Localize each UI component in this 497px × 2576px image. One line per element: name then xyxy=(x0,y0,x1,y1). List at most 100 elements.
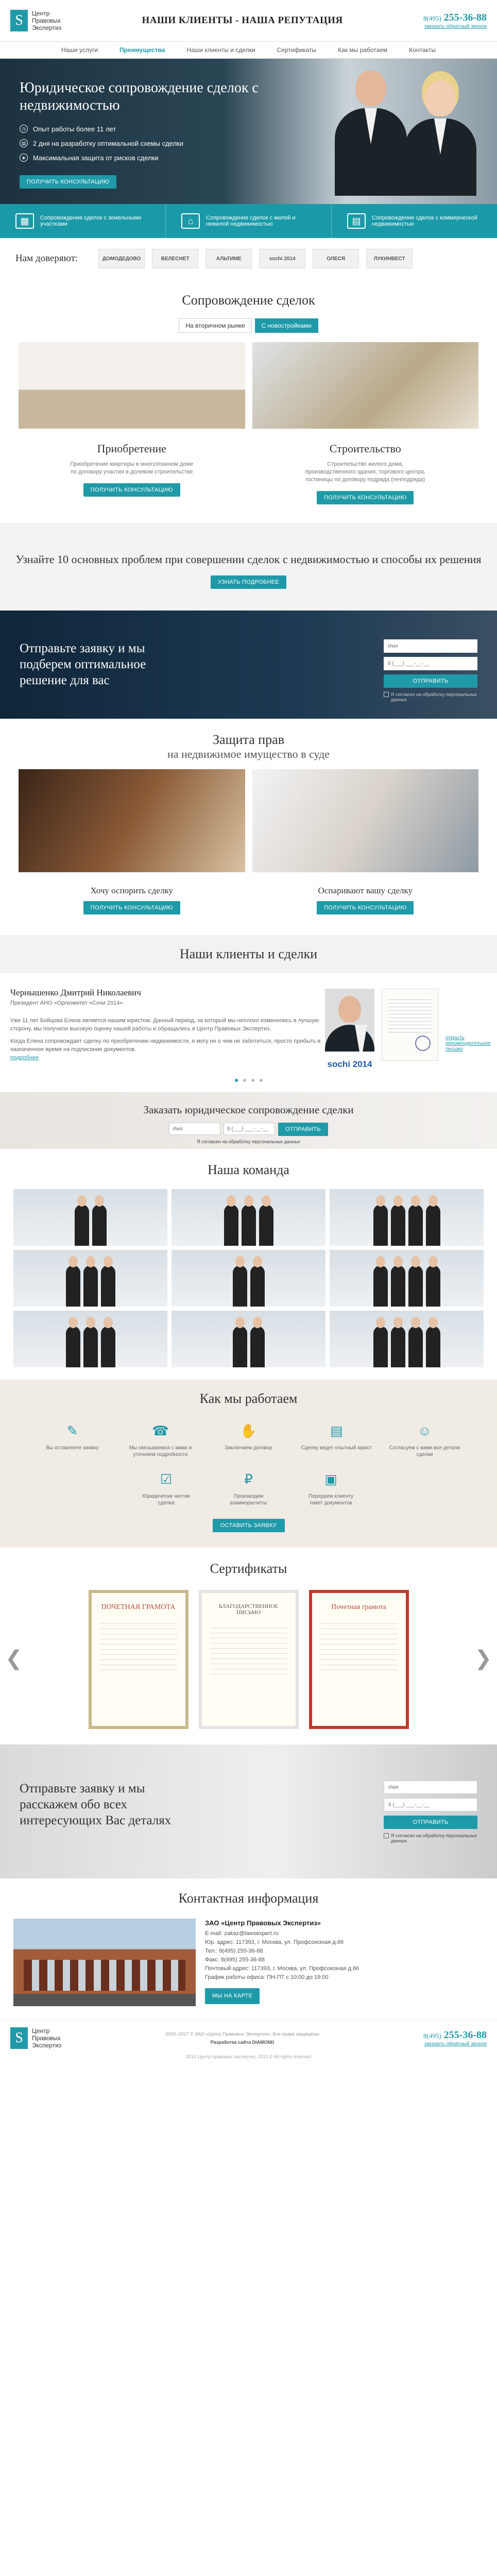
step-item: ✎ Вы оставляете заявку xyxy=(46,1423,99,1451)
defence-card: Оспаривают вашу сделку ПОЛУЧИТЬ КОНСУЛЬТ… xyxy=(252,761,478,914)
office-photo xyxy=(13,1919,196,2006)
final-request-section: Отправьте заявку и мы расскажем обо всех… xyxy=(0,1744,497,1878)
review-text: Когда Елена сопровождает сделку по приоб… xyxy=(10,1038,321,1053)
step-item: ₽ Производим взаиморасчеты xyxy=(230,1471,267,1506)
consent-checkbox[interactable]: Я согласен на обработку персональных дан… xyxy=(384,1833,477,1843)
client-logo: ДОМОДЕДОВО xyxy=(98,249,145,268)
contact-phone[interactable]: Тел.: 8(495) 255-36-88 xyxy=(205,1947,359,1956)
section-title: Наша команда xyxy=(208,1162,289,1177)
contact-email[interactable]: E-mail: zakaz@lawsexpert.ru xyxy=(205,1929,359,1938)
people-icon: ☺ xyxy=(418,1423,432,1438)
team-photo xyxy=(172,1189,325,1246)
learn-more-button[interactable]: УЗНАТЬ ПОДРОБНЕЕ xyxy=(211,575,286,589)
chevron-left-icon[interactable]: ❮ xyxy=(5,1647,23,1670)
nav-item-contacts[interactable]: Контакты xyxy=(409,46,436,54)
copyright: 2016 Центр правовых экспертиз, 2013 © Al… xyxy=(185,2054,312,2059)
slider-dot[interactable] xyxy=(251,1079,254,1082)
request-form: ОТПРАВИТЬ Я согласен на обработку персон… xyxy=(384,639,477,702)
feature-item: ▦ Сопровождение сделок с земельными учас… xyxy=(0,204,166,238)
logo[interactable]: S Центр Правовых Экспертиз xyxy=(10,10,61,31)
phone-icon: ☎ xyxy=(152,1423,169,1438)
phone-input[interactable] xyxy=(384,657,477,670)
team-section: Наша команда xyxy=(0,1149,497,1367)
submit-button[interactable]: ОТПРАВИТЬ xyxy=(384,674,477,688)
client-position: Президент АНО «Оргкомитет «Сочи 2014» xyxy=(10,1000,123,1006)
consult-button[interactable]: ПОЛУЧИТЬ КОНСУЛЬТАЦИЮ xyxy=(317,901,414,914)
phone-input[interactable] xyxy=(223,1123,275,1135)
consult-button[interactable]: ПОЛУЧИТЬ КОНСУЛЬТАЦИЮ xyxy=(83,901,180,914)
house-icon: ⌂ xyxy=(181,213,200,229)
hero-consult-button[interactable]: ПОЛУЧИТЬ КОНСУЛЬТАЦИЮ xyxy=(20,175,117,189)
feature-item: ▤ Сопровождение сделок с коммерческой не… xyxy=(332,204,497,238)
slider-dot[interactable] xyxy=(259,1079,263,1082)
section-title: Наши клиенты и сделки xyxy=(0,935,497,973)
name-input[interactable] xyxy=(168,1123,220,1135)
step-item: ▤ Сделку ведет опытный юрист xyxy=(301,1423,372,1451)
map-button[interactable]: МЫ НА КАРТЕ xyxy=(205,1988,260,2004)
pencil-icon: ✎ xyxy=(66,1423,78,1438)
header-phone[interactable]: 8(495) 255-36-88 xyxy=(423,12,487,24)
problems-section: Узнайте 10 основных проблем при совершен… xyxy=(0,523,497,611)
service-card: Приобретение Приобретение квартиры в мно… xyxy=(19,342,245,504)
calendar-icon: ▤ xyxy=(347,213,366,229)
request-title: Отправьте заявку и мы подберем оптимальн… xyxy=(20,641,146,687)
chevron-right-icon[interactable]: ❯ xyxy=(474,1647,492,1670)
consult-button[interactable]: ПОЛУЧИТЬ КОНСУЛЬТАЦИЮ xyxy=(317,491,414,504)
footer-phone[interactable]: 8(495) 255-36-88 xyxy=(423,2029,487,2041)
tab-secondary[interactable]: На вторичном рынке xyxy=(179,318,252,333)
slider-dot[interactable] xyxy=(243,1079,246,1082)
client-logo: ОЛЕСЯ xyxy=(313,249,359,268)
step-item: ▣ Передаем клиенту пакет документов xyxy=(309,1471,353,1506)
consent-checkbox[interactable]: Я согласен на обработку персональных дан… xyxy=(0,1139,497,1144)
nav-item-clients[interactable]: Наши клиенты и сделки xyxy=(186,46,255,54)
footer-logo[interactable]: S Центр Правовых Экспертиз xyxy=(10,2027,61,2049)
main-nav: Наши услуги Преимущества Наши клиенты и … xyxy=(0,41,497,59)
submit-button[interactable]: ОТПРАВИТЬ xyxy=(278,1123,328,1136)
client-photo-block: sochi 2014 xyxy=(325,989,374,1069)
section-title: Контактная информация xyxy=(178,1891,319,1906)
section-title: Сопровождение сделок xyxy=(182,293,315,308)
letter-link[interactable]: открыть рекомендательное письмо xyxy=(445,1035,491,1052)
certificate[interactable]: БЛАГОДАРСТВЕННОЕ ПИСЬМО xyxy=(198,1590,299,1729)
certificate[interactable]: ПОЧЕТНАЯ ГРАМОТА xyxy=(88,1590,188,1729)
certificate[interactable]: Почетная грамота xyxy=(309,1590,409,1729)
name-input[interactable] xyxy=(384,639,477,653)
team-photo xyxy=(330,1311,484,1367)
step-item: ☑ Юридически чистая сделка xyxy=(142,1471,190,1506)
hero-banner: Юридическое сопровождение сделок с недви… xyxy=(0,59,497,204)
tab-new-buildings[interactable]: С новостройками xyxy=(254,318,318,333)
signing-photo xyxy=(252,769,478,872)
client-logo: АЛЬТИМЕ xyxy=(205,249,252,268)
clock-icon: ◷ xyxy=(20,125,28,133)
logo-mark: S xyxy=(10,10,28,31)
callback-link[interactable]: заказать обратный звонок xyxy=(423,24,487,29)
submit-button[interactable]: ОТПРАВИТЬ xyxy=(384,1816,477,1829)
lawyer-woman-photo xyxy=(404,80,476,204)
land-icon: ▦ xyxy=(15,213,34,229)
nav-item-certificates[interactable]: Сертификаты xyxy=(277,46,317,54)
contact-hours: График работы офиса: ПН-ПТ с 10:00 до 19… xyxy=(205,1974,329,1980)
name-input[interactable] xyxy=(384,1781,477,1794)
consent-checkbox[interactable]: Я согласен на обработку персональных дан… xyxy=(384,692,477,702)
nav-item-how-we-work[interactable]: Как мы работаем xyxy=(338,46,387,54)
developer-credit[interactable]: Разработка сайта DIAMOND xyxy=(165,2040,319,2045)
nav-item-services[interactable]: Наши услуги xyxy=(61,46,98,54)
slider-dot[interactable] xyxy=(234,1079,238,1082)
construction-photo xyxy=(252,342,478,429)
phone-input[interactable] xyxy=(384,1798,477,1811)
leave-request-button[interactable]: ОСТАВИТЬ ЗАЯВКУ xyxy=(212,1519,285,1532)
clients-section: Наши клиенты и сделки Чернышенко Дмитрий… xyxy=(0,935,497,1082)
team-photo xyxy=(330,1189,484,1246)
nav-item-advantages[interactable]: Преимущества xyxy=(119,46,165,54)
more-link[interactable]: подробнее xyxy=(10,1055,39,1061)
consult-button[interactable]: ПОЛУЧИТЬ КОНСУЛЬТАЦИЮ xyxy=(83,483,180,497)
recommendation-letter[interactable] xyxy=(382,989,438,1061)
accompaniment-section: Сопровождение сделок На вторичном рынке … xyxy=(0,279,497,504)
site-header: S Центр Правовых Экспертиз НАШИ КЛИЕНТЫ … xyxy=(0,0,497,41)
gavel-photo xyxy=(19,769,245,872)
contact-address: Юр. адрес: 117393, г. Москва, ул. Профсо… xyxy=(205,1939,344,1945)
footer-rights: 2005–2017 © ЗАО «Центр Правовых Эксперти… xyxy=(165,2031,319,2037)
request-section: Отправьте заявку и мы подберем оптимальн… xyxy=(0,611,497,719)
callback-link[interactable]: заказать обратный звонок xyxy=(423,2041,487,2047)
team-photo xyxy=(13,1311,167,1367)
